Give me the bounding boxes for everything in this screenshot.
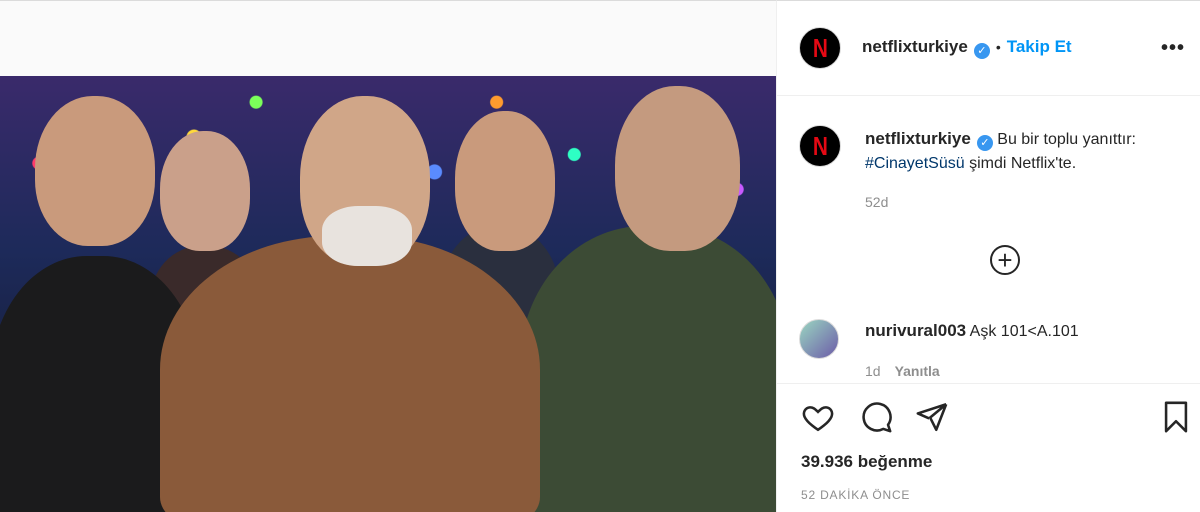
face-shape: [160, 131, 250, 251]
post-actions: 39.936 beğenme 52 DAKİKA ÖNCE: [777, 383, 1200, 512]
caption-body: Bu bir toplu yanıttır:: [997, 131, 1136, 148]
caption-time[interactable]: 52d: [865, 190, 1185, 214]
commenter-avatar[interactable]: [799, 319, 839, 359]
bookmark-icon[interactable]: [1159, 400, 1193, 434]
comment-username[interactable]: nurivural003: [865, 321, 966, 340]
post-header: N netflixturkiye ✓ • Takip Et •••: [777, 1, 1200, 96]
netflix-logo-icon: N: [812, 130, 828, 161]
post-image[interactable]: [0, 76, 776, 512]
share-icon[interactable]: [915, 400, 949, 434]
account-username[interactable]: netflixturkiye: [862, 37, 968, 56]
reply-button[interactable]: Yanıtla: [895, 363, 940, 379]
more-options-icon[interactable]: •••: [1161, 37, 1185, 60]
verified-icon: ✓: [976, 135, 993, 151]
comment-meta: 1d Yanıtla: [865, 363, 940, 379]
comment: nurivural003 Aşk 101<A.101: [865, 321, 1079, 341]
post-timestamp[interactable]: 52 DAKİKA ÖNCE: [801, 488, 910, 502]
person-shape: [160, 236, 540, 512]
load-more-comments-icon[interactable]: +: [990, 245, 1020, 275]
comment-icon[interactable]: [859, 400, 893, 434]
person-shape: [520, 226, 776, 512]
caption-hashtag[interactable]: #CinayetSüsü: [865, 155, 965, 172]
face-shape: [35, 96, 155, 246]
beard-shape: [322, 206, 412, 266]
caption-text: netflixturkiye ✓ Bu bir toplu yanıttır: #…: [865, 127, 1185, 214]
face-shape: [455, 111, 555, 251]
verified-icon: ✓: [973, 43, 990, 59]
netflix-logo-icon: N: [812, 32, 828, 63]
account-avatar[interactable]: N: [799, 27, 841, 69]
header-line: netflixturkiye ✓ • Takip Et: [862, 37, 1072, 59]
caption-username[interactable]: netflixturkiye: [865, 129, 971, 148]
comment-text: Aşk 101<A.101: [969, 323, 1079, 340]
separator-dot: •: [995, 39, 1001, 55]
caption-avatar[interactable]: N: [799, 125, 841, 167]
caption-body-end: şimdi Netflix'te.: [964, 155, 1077, 172]
comment-time[interactable]: 1d: [865, 363, 881, 379]
post-sidebar: N netflixturkiye ✓ • Takip Et ••• N netflix…: [776, 0, 1200, 512]
face-shape: [615, 86, 740, 251]
follow-button[interactable]: Takip Et: [1007, 37, 1072, 56]
heart-icon[interactable]: [801, 400, 835, 434]
like-count[interactable]: 39.936 beğenme: [801, 452, 932, 472]
top-bar: [0, 0, 776, 76]
